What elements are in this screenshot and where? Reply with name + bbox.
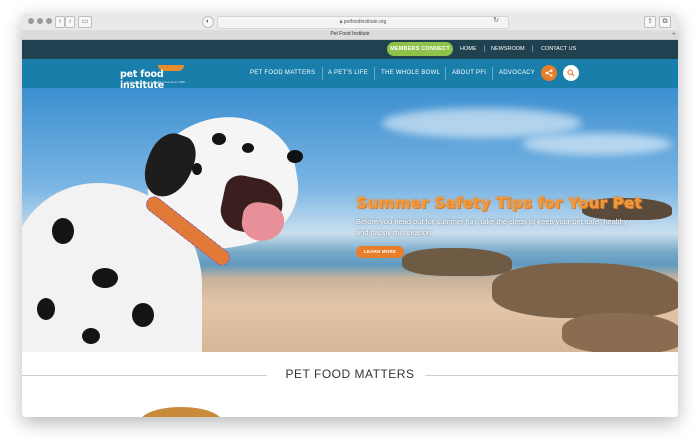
browser-window: ‹ › ▭ ◐ 🔒︎ petfoodinstitute.org ↻ ⇪ ⧉ Pe… xyxy=(22,13,678,417)
dog-spot xyxy=(82,328,100,344)
nav-item-a-pets-life[interactable]: A PET'S LIFE xyxy=(328,59,368,88)
dog-spot xyxy=(212,133,226,145)
newsroom-link[interactable]: NEWSROOM xyxy=(491,40,525,59)
utility-bar: MEMBERS CONNECT HOME | NEWSROOM | CONTAC… xyxy=(22,40,678,59)
dog-nose xyxy=(287,150,303,163)
hero-banner: Summer Safety Tips for Your Pet Before y… xyxy=(22,88,678,352)
hero-title: Summer Safety Tips for Your Pet xyxy=(356,194,642,212)
search-icon[interactable] xyxy=(563,65,579,81)
tab-bar: Pet Food Institute + xyxy=(22,30,678,40)
main-navigation: pet food institute Promoting long and he… xyxy=(22,59,678,91)
dog-spot xyxy=(192,163,202,175)
privacy-icon[interactable]: ◐ xyxy=(202,16,214,28)
nav-item-the-whole-bowl[interactable]: THE WHOLE BOWL xyxy=(381,59,440,88)
back-icon[interactable]: ‹ xyxy=(55,16,65,28)
tabs-overview-icon[interactable]: ⧉ xyxy=(659,16,671,28)
divider: | xyxy=(484,46,486,52)
new-tab-icon[interactable]: + xyxy=(672,30,676,39)
nav-item-advocacy[interactable]: ADVOCACY xyxy=(499,59,535,88)
dog-spot xyxy=(132,303,154,327)
dog-spot xyxy=(52,218,74,244)
forward-icon[interactable]: › xyxy=(65,16,75,28)
zoom-window-button[interactable] xyxy=(46,18,52,24)
rock xyxy=(492,263,678,318)
nav-divider xyxy=(374,67,375,80)
dog-spot xyxy=(242,143,254,153)
dog-spot xyxy=(37,298,55,320)
nav-divider xyxy=(492,67,493,80)
logo-tagline: Promoting long and healthy lives since 1… xyxy=(126,80,185,84)
pfi-logo[interactable]: pet food institute Promoting long and he… xyxy=(120,65,200,91)
nav-item-pet-food-matters[interactable]: PET FOOD MATTERS xyxy=(250,59,315,88)
tab-title[interactable]: Pet Food Institute xyxy=(330,31,369,37)
sidebar-icon[interactable]: ▭ xyxy=(78,16,92,28)
address-text: petfoodinstitute.org xyxy=(343,19,387,25)
rock xyxy=(562,313,678,352)
home-link[interactable]: HOME xyxy=(460,40,477,59)
minimize-window-button[interactable] xyxy=(37,18,43,24)
rock xyxy=(402,248,512,276)
members-connect-button[interactable]: MEMBERS CONNECT xyxy=(387,42,453,56)
divider: | xyxy=(532,46,534,52)
dog-spot xyxy=(92,268,118,288)
browser-toolbar: ‹ › ▭ ◐ 🔒︎ petfoodinstitute.org ↻ ⇪ ⧉ xyxy=(22,13,678,31)
nav-divider xyxy=(445,67,446,80)
reload-icon[interactable]: ↻ xyxy=(492,16,500,26)
address-bar[interactable]: 🔒︎ petfoodinstitute.org xyxy=(217,16,509,29)
puppy-photo xyxy=(140,407,222,417)
learn-more-button[interactable]: LEARN MORE xyxy=(356,246,404,258)
share-page-icon[interactable]: ⇪ xyxy=(644,16,656,28)
hero-subtitle: Before you head out for summer fun, take… xyxy=(356,217,628,237)
nav-item-about-pfi[interactable]: ABOUT PFI xyxy=(452,59,486,88)
pet-food-matters-section: PET FOOD MATTERS xyxy=(22,352,678,417)
cloud xyxy=(522,133,672,155)
contact-us-link[interactable]: CONTACT US xyxy=(541,40,576,59)
share-icon[interactable] xyxy=(541,65,557,81)
nav-divider xyxy=(322,67,323,80)
cloud xyxy=(382,108,582,138)
close-window-button[interactable] xyxy=(28,18,34,24)
section-title: PET FOOD MATTERS xyxy=(285,367,415,381)
